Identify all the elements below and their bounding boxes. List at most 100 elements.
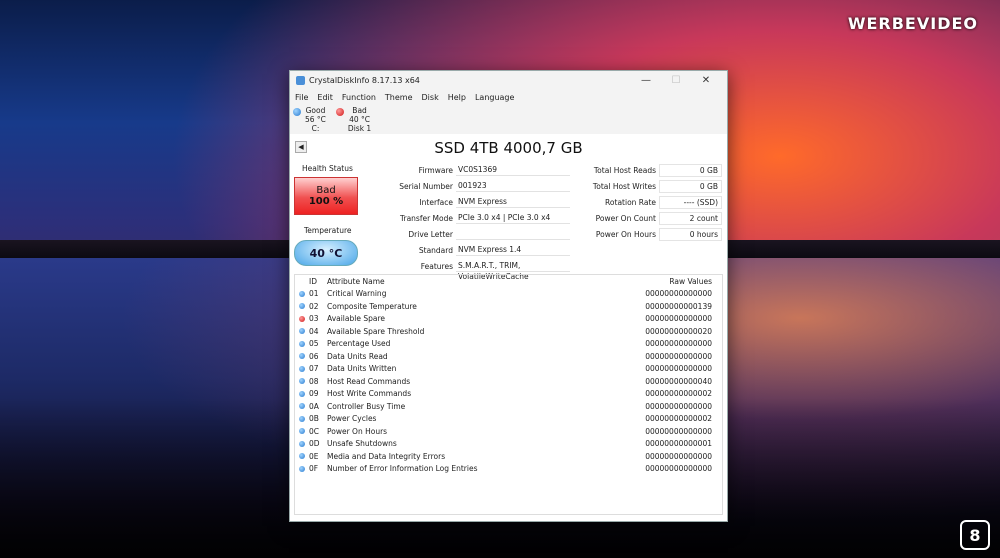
info-row-standard: Standard NVM Express 1.4	[365, 242, 570, 258]
stat-row-total-host-reads: Total Host Reads 0 GB	[584, 162, 722, 178]
attribute-id: 0F	[309, 464, 319, 474]
table-row[interactable]: 01 Critical Warning 00000000000000	[295, 288, 722, 301]
health-status-badge[interactable]: Bad 100 %	[294, 177, 358, 215]
info-row-transfer-mode: Transfer Mode PCIe 3.0 x4 | PCIe 3.0 x4	[365, 210, 570, 226]
attribute-id: 02	[309, 301, 319, 311]
table-row[interactable]: 0B Power Cycles 00000000000002	[295, 413, 722, 426]
attribute-id: 0C	[309, 426, 320, 436]
attribute-raw-value: 00000000000000	[645, 451, 712, 461]
stat-row-power-on-hours: Power On Hours 0 hours	[584, 226, 722, 242]
status-dot-icon	[299, 440, 305, 447]
table-row[interactable]: 09 Host Write Commands 00000000000002	[295, 388, 722, 401]
attribute-name: Available Spare	[327, 314, 385, 324]
attribute-name: Power Cycles	[327, 414, 377, 424]
status-dot-icon	[299, 328, 305, 335]
table-row[interactable]: 02 Composite Temperature 00000000000139	[295, 300, 722, 313]
header-raw-values[interactable]: Raw Values	[612, 277, 722, 286]
table-row[interactable]: 04 Available Spare Threshold 0000000000002…	[295, 325, 722, 338]
attribute-name: Percentage Used	[327, 339, 391, 349]
status-dot-icon	[299, 465, 305, 472]
table-row[interactable]: 03 Available Spare 00000000000000	[295, 313, 722, 326]
attribute-name: Host Write Commands	[327, 389, 412, 399]
attribute-raw-value: 00000000000002	[645, 389, 712, 399]
menu-help[interactable]: Help	[448, 93, 466, 102]
status-dot-icon	[299, 340, 305, 347]
table-row[interactable]: 06 Data Units Read 00000000000000	[295, 350, 722, 363]
drive-info-grid: Firmware VC0S1369 Serial Number 001923 Int…	[365, 162, 570, 281]
attribute-id: 09	[309, 389, 319, 399]
table-row[interactable]: 05 Percentage Used 00000000000000	[295, 338, 722, 351]
menu-edit[interactable]: Edit	[317, 93, 333, 102]
info-row-firmware: Firmware VC0S1369	[365, 162, 570, 178]
attribute-name: Critical Warning	[327, 289, 387, 299]
good-status-icon	[293, 108, 301, 116]
attribute-id: 03	[309, 314, 319, 324]
attribute-id: 08	[309, 376, 319, 386]
menu-function[interactable]: Function	[342, 93, 376, 102]
disk-tab-disk1[interactable]: Bad 40 °C Disk 1	[335, 106, 372, 136]
attribute-name: Available Spare Threshold	[327, 326, 425, 336]
header-attribute-name[interactable]: Attribute Name	[327, 277, 612, 286]
header-id[interactable]: ID	[309, 277, 327, 286]
disk-details-panel: ◀ SSD 4TB 4000,7 GB Health Status Bad 10…	[290, 134, 727, 521]
table-row[interactable]: 0D Unsafe Shutdowns 00000000000001	[295, 438, 722, 451]
attribute-raw-value: 00000000000000	[645, 351, 712, 361]
attribute-name: Composite Temperature	[327, 301, 417, 311]
corner-logo-icon: 8	[960, 520, 990, 550]
attribute-raw-value: 00000000000000	[645, 464, 712, 474]
drive-stats-grid: Total Host Reads 0 GB Total Host Writes 0 …	[584, 162, 722, 242]
status-dot-icon	[299, 453, 305, 460]
close-button[interactable]: ✕	[691, 75, 721, 86]
attribute-name: Media and Data Integrity Errors	[327, 451, 446, 461]
attribute-name: Host Read Commands	[327, 376, 411, 386]
attribute-id: 0E	[309, 451, 319, 461]
minimize-button[interactable]: —	[631, 75, 661, 86]
health-status-text: Bad	[316, 185, 336, 196]
attribute-name: Data Units Written	[327, 364, 397, 374]
attribute-id: 05	[309, 339, 319, 349]
attribute-raw-value: 00000000000000	[645, 339, 712, 349]
attribute-raw-value: 00000000000000	[645, 364, 712, 374]
menu-file[interactable]: File	[295, 93, 308, 102]
table-row[interactable]: 0A Controller Busy Time 00000000000000	[295, 400, 722, 413]
attribute-id: 01	[309, 289, 319, 299]
menu-disk[interactable]: Disk	[422, 93, 439, 102]
health-status-label: Health Status	[302, 164, 353, 173]
table-row[interactable]: 0C Power On Hours 00000000000000	[295, 425, 722, 438]
attribute-raw-value: 00000000000002	[645, 414, 712, 424]
status-dot-icon	[299, 378, 305, 385]
info-row-drive-letter: Drive Letter	[365, 226, 570, 242]
attribute-name: Number of Error Information Log Entries	[327, 464, 478, 474]
table-row[interactable]: 07 Data Units Written 00000000000000	[295, 363, 722, 376]
watermark-text: WERBEVIDEO	[847, 14, 978, 33]
attribute-raw-value: 00000000000000	[645, 401, 712, 411]
table-row[interactable]: 0F Number of Error Information Log Entrie…	[295, 463, 722, 476]
title-bar[interactable]: CrystalDiskInfo 8.17.13 x64 — ☐ ✕	[290, 71, 727, 89]
attribute-raw-value: 00000000000020	[645, 326, 712, 336]
attribute-raw-value: 00000000000139	[645, 301, 712, 311]
stat-row-total-host-writes: Total Host Writes 0 GB	[584, 178, 722, 194]
maximize-button[interactable]: ☐	[661, 75, 691, 86]
table-row[interactable]: 08 Host Read Commands 00000000000040	[295, 375, 722, 388]
temperature-badge[interactable]: 40 °C	[294, 240, 358, 266]
temperature-label: Temperature	[304, 226, 352, 235]
status-dot-icon	[299, 365, 305, 372]
disk-tab-c[interactable]: Good 56 °C C:	[293, 106, 326, 136]
attribute-id: 0D	[309, 439, 320, 449]
info-row-serial: Serial Number 001923	[365, 178, 570, 194]
menu-language[interactable]: Language	[475, 93, 514, 102]
attribute-raw-value: 00000000000000	[645, 314, 712, 324]
table-row[interactable]: 0E Media and Data Integrity Errors 0000000…	[295, 450, 722, 463]
health-percent: 100 %	[308, 196, 344, 207]
menu-theme[interactable]: Theme	[385, 93, 413, 102]
attribute-raw-value: 00000000000040	[645, 376, 712, 386]
attribute-name: Data Units Read	[327, 351, 388, 361]
app-icon	[296, 75, 305, 85]
disk-temp: 56 °C	[305, 115, 326, 124]
info-row-features: Features S.M.A.R.T., TRIM, VolatileWriteC…	[365, 258, 570, 281]
menu-bar: File Edit Function Theme Disk Help Langu…	[290, 89, 727, 106]
disk-temp: 40 °C	[349, 115, 371, 124]
attribute-raw-value: 00000000000000	[645, 426, 712, 436]
smart-attributes-table[interactable]: ID Attribute Name Raw Values 01 Critical …	[294, 274, 723, 515]
status-dot-icon	[299, 315, 305, 322]
